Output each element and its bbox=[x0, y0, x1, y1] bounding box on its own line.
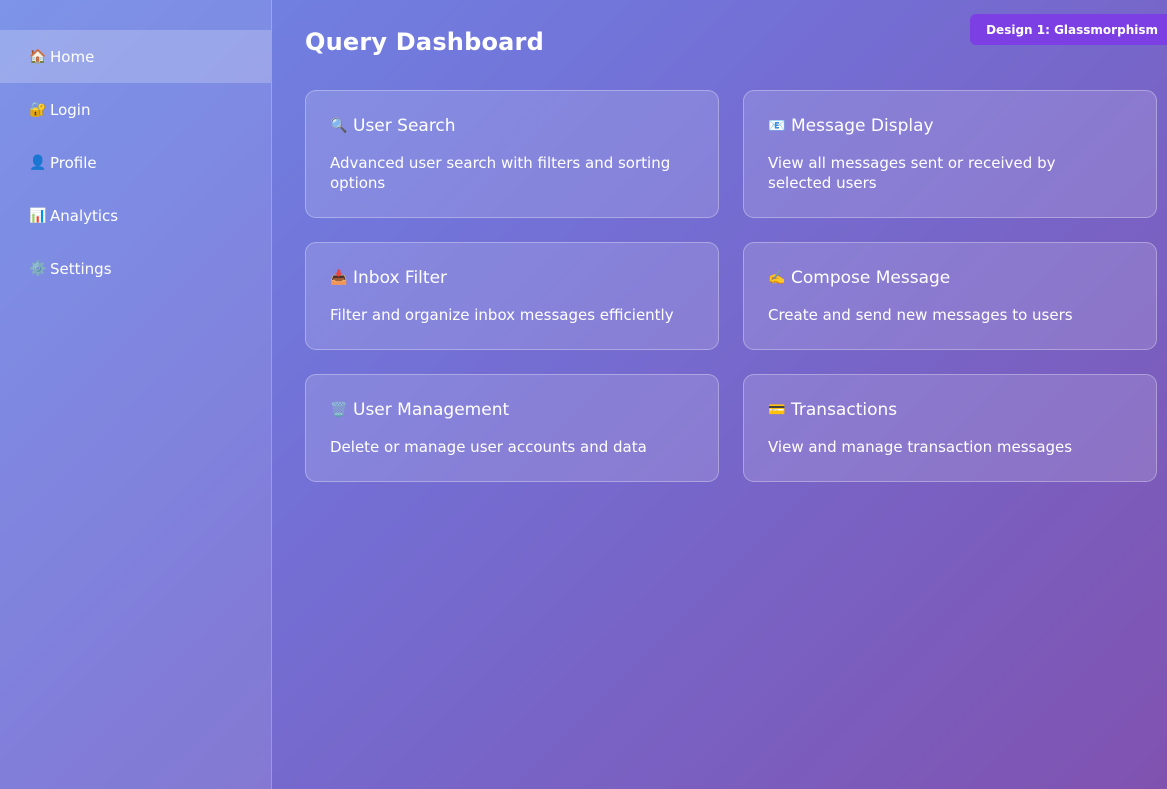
lock-key-icon: 🔐 bbox=[29, 101, 47, 118]
home-icon: 🏠 bbox=[29, 48, 47, 65]
sidebar-item-login[interactable]: 🔐 Login bbox=[0, 83, 271, 136]
writing-hand-icon: ✍️ bbox=[768, 270, 786, 286]
card-description: Create and send new messages to users bbox=[768, 306, 1073, 324]
card-title-label: User Management bbox=[353, 400, 510, 420]
card-description: Filter and organize inbox messages effic… bbox=[330, 306, 674, 324]
card-user-management[interactable]: 🗑️ User Management Delete or manage user… bbox=[305, 374, 719, 482]
sidebar-item-profile[interactable]: 👤 Profile bbox=[0, 136, 271, 189]
card-compose-message[interactable]: ✍️ Compose Message Create and send new m… bbox=[743, 242, 1157, 350]
sidebar-item-analytics[interactable]: 📊 Analytics bbox=[0, 189, 271, 242]
sidebar-item-label: Analytics bbox=[50, 206, 119, 225]
sidebar-item-label: Profile bbox=[50, 153, 97, 172]
magnifier-icon: 🔍 bbox=[330, 118, 348, 134]
card-title: 🗑️ User Management bbox=[330, 400, 694, 420]
card-user-search[interactable]: 🔍 User Search Advanced user search with … bbox=[305, 90, 719, 218]
card-title: 📧 Message Display bbox=[768, 116, 1132, 136]
main-content: Query Dashboard Design 1: Glassmorphism … bbox=[273, 0, 1167, 789]
card-description: View all messages sent or received by se… bbox=[768, 154, 1056, 192]
inbox-tray-icon: 📥 bbox=[330, 270, 348, 286]
card-title-label: Transactions bbox=[791, 400, 898, 420]
card-title-label: Inbox Filter bbox=[353, 268, 448, 288]
card-description: Delete or manage user accounts and data bbox=[330, 438, 647, 456]
card-title: ✍️ Compose Message bbox=[768, 268, 1132, 288]
card-title: 💳 Transactions bbox=[768, 400, 1132, 420]
sidebar-item-label: Settings bbox=[50, 259, 112, 278]
card-description: View and manage transaction messages bbox=[768, 438, 1073, 456]
card-message-display[interactable]: 📧 Message Display View all messages sent… bbox=[743, 90, 1157, 218]
sidebar: 🏠 Home 🔐 Login 👤 Profile 📊 Analytics ⚙️ … bbox=[0, 0, 272, 789]
card-title: 🔍 User Search bbox=[330, 116, 694, 136]
credit-card-icon: 💳 bbox=[768, 402, 786, 418]
gear-icon: ⚙️ bbox=[29, 260, 47, 277]
trash-icon: 🗑️ bbox=[330, 402, 348, 418]
card-title: 📥 Inbox Filter bbox=[330, 268, 694, 288]
sidebar-item-label: Home bbox=[50, 47, 95, 66]
card-title-label: Compose Message bbox=[791, 268, 951, 288]
card-transactions[interactable]: 💳 Transactions View and manage transacti… bbox=[743, 374, 1157, 482]
user-icon: 👤 bbox=[29, 154, 47, 171]
email-icon: 📧 bbox=[768, 118, 786, 134]
card-description: Advanced user search with filters and so… bbox=[330, 154, 671, 192]
card-title-label: User Search bbox=[353, 116, 456, 136]
design-badge: Design 1: Glassmorphism bbox=[970, 14, 1167, 45]
bar-chart-icon: 📊 bbox=[29, 207, 47, 224]
sidebar-item-home[interactable]: 🏠 Home bbox=[0, 30, 271, 83]
sidebar-item-label: Login bbox=[50, 100, 91, 119]
card-inbox-filter[interactable]: 📥 Inbox Filter Filter and organize inbox… bbox=[305, 242, 719, 350]
page-title: Query Dashboard bbox=[305, 28, 544, 56]
card-title-label: Message Display bbox=[791, 116, 934, 136]
sidebar-item-settings[interactable]: ⚙️ Settings bbox=[0, 242, 271, 295]
